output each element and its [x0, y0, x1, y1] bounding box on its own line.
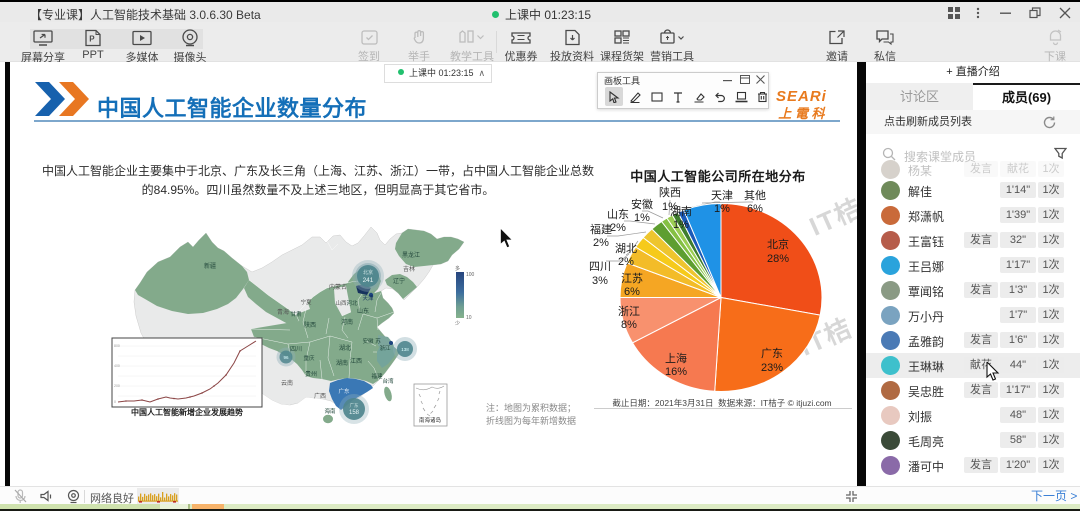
svg-text:江西: 江西 [350, 358, 362, 365]
svg-text:吉林: 吉林 [403, 265, 415, 273]
svg-text:四川: 四川 [290, 346, 302, 353]
svg-text:上海: 上海 [665, 351, 687, 365]
svg-text:湖南: 湖南 [336, 359, 348, 367]
svg-text:138: 138 [401, 347, 409, 352]
svg-text:1%: 1% [714, 203, 730, 215]
svg-text:陕西: 陕西 [659, 185, 681, 199]
svg-text:1%: 1% [673, 219, 689, 231]
svg-text:3%: 3% [592, 275, 608, 287]
svg-text:10: 10 [466, 315, 472, 321]
svg-text:23%: 23% [761, 362, 783, 374]
svg-text:241: 241 [363, 277, 374, 284]
svg-text:158: 158 [349, 410, 360, 416]
svg-text:浙江: 浙江 [618, 305, 640, 318]
svg-text:苏: 苏 [375, 337, 381, 345]
svg-text:中国人工智能新增企业发展趋势: 中国人工智能新增企业发展趋势 [131, 407, 243, 417]
svg-text:天津: 天津 [362, 295, 374, 302]
svg-text:海南: 海南 [324, 407, 336, 415]
svg-text:800: 800 [114, 344, 120, 348]
svg-text:其他: 其他 [744, 189, 766, 202]
svg-text:96: 96 [283, 355, 289, 360]
svg-text:北京: 北京 [767, 237, 789, 251]
svg-text:中国人工智能公司所在地分布: 中国人工智能公司所在地分布 [630, 169, 806, 184]
svg-text:云南: 云南 [281, 379, 293, 387]
svg-text:天津: 天津 [711, 189, 733, 202]
svg-text:广东: 广东 [350, 402, 359, 409]
svg-text:P: P [89, 35, 95, 44]
svg-text:安徽: 安徽 [362, 337, 374, 345]
svg-text:北京: 北京 [363, 269, 373, 276]
svg-text:浙江: 浙江 [379, 344, 391, 352]
svg-text:100: 100 [466, 272, 475, 278]
svg-text:200: 200 [114, 384, 120, 388]
svg-text:6%: 6% [747, 203, 763, 215]
svg-text:贵州: 贵州 [305, 370, 317, 378]
svg-text:广西: 广西 [314, 392, 326, 400]
svg-text:福建: 福建 [590, 222, 612, 236]
svg-text:河南: 河南 [341, 318, 353, 326]
svg-text:广东: 广东 [338, 387, 350, 395]
svg-text:山东: 山东 [607, 208, 629, 221]
svg-text:山西: 山西 [335, 299, 347, 307]
svg-text:多: 多 [455, 265, 460, 272]
svg-text:28%: 28% [767, 253, 789, 265]
svg-text:山东: 山东 [357, 307, 369, 315]
svg-text:南海诸岛: 南海诸岛 [419, 416, 442, 424]
svg-text:福建: 福建 [371, 372, 383, 380]
svg-text:台湾: 台湾 [382, 377, 394, 385]
svg-text:河北: 河北 [346, 299, 358, 307]
svg-text:2%: 2% [593, 237, 609, 249]
svg-text:湖南: 湖南 [670, 205, 692, 218]
svg-text:湖北: 湖北 [339, 344, 351, 352]
svg-text:400: 400 [114, 364, 120, 368]
svg-text:黑龙江: 黑龙江 [402, 251, 420, 259]
svg-text:湖北: 湖北 [615, 242, 637, 255]
svg-text:8%: 8% [621, 319, 637, 331]
svg-text:安徽: 安徽 [631, 197, 653, 211]
svg-text:广东: 广东 [761, 347, 783, 360]
svg-text:1%: 1% [634, 212, 650, 224]
svg-text:2%: 2% [610, 222, 626, 234]
svg-text:2%: 2% [618, 256, 634, 268]
svg-text:四川: 四川 [589, 261, 611, 273]
svg-text:甘肃: 甘肃 [290, 310, 302, 318]
svg-text:宁夏: 宁夏 [300, 298, 312, 306]
svg-text:内蒙古: 内蒙古 [329, 283, 347, 291]
svg-text:江苏: 江苏 [621, 272, 643, 285]
svg-text:16%: 16% [665, 366, 687, 378]
svg-text:辽宁: 辽宁 [393, 277, 405, 285]
svg-text:重庆: 重庆 [303, 354, 315, 362]
svg-text:少: 少 [455, 321, 460, 327]
svg-text:6%: 6% [624, 286, 640, 298]
svg-text:青海: 青海 [277, 308, 289, 316]
svg-text:陕西: 陕西 [304, 321, 316, 329]
svg-text:新疆: 新疆 [204, 262, 216, 270]
svg-text:0: 0 [114, 400, 116, 404]
